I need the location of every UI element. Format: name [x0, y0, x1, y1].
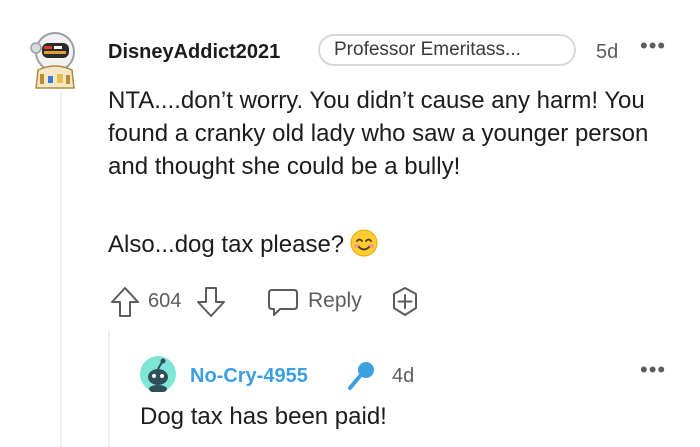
snoo-avatar-icon[interactable]: [140, 356, 176, 392]
comment-username[interactable]: DisneyAddict2021: [108, 40, 280, 64]
arrow-down-icon[interactable]: [194, 284, 228, 320]
smiling-face-icon: [350, 229, 378, 257]
astronaut-avatar-icon[interactable]: [24, 28, 86, 90]
comment-age: 5d: [596, 41, 619, 63]
reply-more-options-icon[interactable]: •••: [640, 358, 666, 382]
reply-username[interactable]: No-Cry-4955: [190, 364, 308, 388]
comment-body-second: Also...dog tax please?: [108, 228, 378, 261]
reply-body: Dog tax has been paid!: [140, 403, 387, 430]
chat-bubble-icon[interactable]: [266, 284, 300, 320]
reply-age: 4d: [392, 365, 415, 387]
reply-thread-line[interactable]: [108, 330, 110, 447]
thread-line[interactable]: [60, 92, 62, 447]
arrow-up-icon[interactable]: [108, 284, 142, 320]
vote-count: 604: [148, 290, 182, 312]
user-flair: Professor Emeritass...: [318, 34, 576, 66]
reply-button[interactable]: Reply: [308, 288, 362, 314]
comment-body: NTA....don’t worry. You didn’t cause any…: [108, 87, 649, 180]
award-plus-icon[interactable]: [388, 284, 422, 320]
comment-body-second-text: Also...dog tax please?: [108, 231, 345, 258]
comment-more-options-icon[interactable]: •••: [640, 34, 666, 58]
microphone-icon: [348, 362, 374, 390]
